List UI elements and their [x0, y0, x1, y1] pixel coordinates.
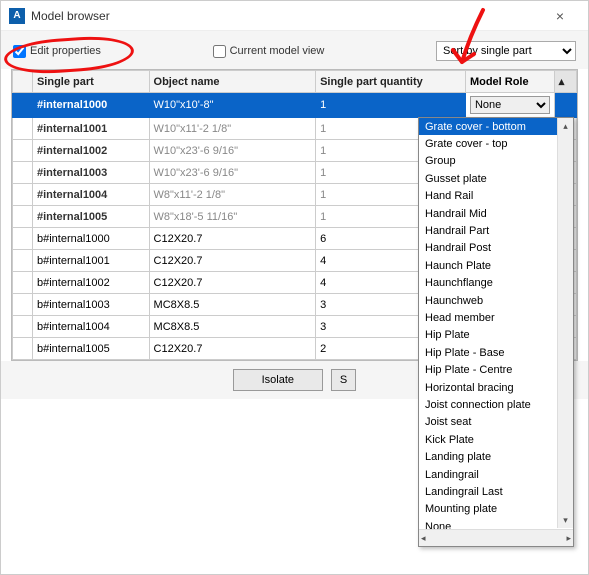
cell-single-part[interactable]: #internal1003 [32, 162, 149, 184]
dropdown-item[interactable]: Hand Rail [419, 188, 573, 205]
cell-object-name[interactable]: C12X20.7 [149, 338, 316, 360]
dropdown-item[interactable]: Landing plate [419, 448, 573, 465]
scroll-down-icon[interactable]: ▾ [558, 512, 573, 528]
titlebar: A Model browser × [1, 1, 588, 31]
row-handle[interactable] [13, 228, 33, 250]
col-single-part[interactable]: Single part [32, 71, 149, 93]
row-handle[interactable] [13, 184, 33, 206]
isolate-button[interactable]: Isolate [233, 369, 323, 391]
cell-object-name[interactable]: C12X20.7 [149, 228, 316, 250]
dropdown-item[interactable]: Handrail Post [419, 240, 573, 257]
cell-object-name[interactable]: C12X20.7 [149, 250, 316, 272]
model-role-select[interactable]: None [470, 96, 550, 114]
current-model-view-label: Current model view [230, 45, 325, 57]
cell-object-name[interactable]: MC8X8.5 [149, 316, 316, 338]
row-handle[interactable] [13, 118, 33, 140]
cell-single-part[interactable]: b#internal1001 [32, 250, 149, 272]
sort-by-select[interactable]: Sort by single part [436, 41, 576, 61]
cell-object-name[interactable]: MC8X8.5 [149, 294, 316, 316]
dropdown-item[interactable]: Haunchflange [419, 275, 573, 292]
row-handle[interactable] [13, 162, 33, 184]
dropdown-item[interactable]: Joist connection plate [419, 396, 573, 413]
cell-single-part[interactable]: #internal1000 [32, 93, 149, 118]
app-icon: A [9, 8, 25, 24]
close-button[interactable]: × [540, 1, 580, 31]
cell-object-name[interactable]: W8"x18'-5 11/16" [149, 206, 316, 228]
edit-properties-label: Edit properties [30, 45, 101, 57]
row-handle[interactable] [13, 93, 33, 118]
cell-single-part[interactable]: #internal1004 [32, 184, 149, 206]
dropdown-item[interactable]: Landingrail Last [419, 483, 573, 500]
row-handle[interactable] [13, 206, 33, 228]
dropdown-vscrollbar[interactable]: ▴ ▾ [557, 118, 573, 528]
window-title: Model browser [31, 9, 540, 23]
current-model-view-checkbox[interactable]: Current model view [213, 45, 325, 58]
col-model-role[interactable]: Model Role [465, 71, 554, 93]
cell-object-name[interactable]: W10"x11'-2 1/8" [149, 118, 316, 140]
cell-single-part[interactable]: b#internal1003 [32, 294, 149, 316]
cell-single-part[interactable]: #internal1002 [32, 140, 149, 162]
current-model-view-input[interactable] [213, 45, 226, 58]
cell-single-part[interactable]: #internal1005 [32, 206, 149, 228]
dropdown-item[interactable]: Group [419, 153, 573, 170]
cell-single-part[interactable]: #internal1001 [32, 118, 149, 140]
cell-object-name[interactable]: C12X20.7 [149, 272, 316, 294]
dropdown-item[interactable]: Haunchweb [419, 292, 573, 309]
col-object-name[interactable]: Object name [149, 71, 316, 93]
scroll-right-icon[interactable]: ▸ [566, 533, 571, 544]
cell-single-part[interactable]: b#internal1000 [32, 228, 149, 250]
dropdown-item[interactable]: Gusset plate [419, 170, 573, 187]
row-handle[interactable] [13, 140, 33, 162]
dropdown-hscrollbar[interactable]: ◂ ▸ [419, 529, 573, 546]
controls-bar: Edit properties Current model view Sort … [1, 31, 588, 69]
scroll-left-icon[interactable]: ◂ [421, 533, 426, 544]
dropdown-item[interactable]: None [419, 518, 573, 529]
scroll-up-icon[interactable]: ▴ [558, 118, 573, 134]
dropdown-item[interactable]: Grate cover - bottom [419, 118, 573, 135]
secondary-button[interactable]: S [331, 369, 356, 391]
scroll-track[interactable] [554, 93, 576, 118]
dropdown-item[interactable]: Hip Plate - Centre [419, 361, 573, 378]
col-quantity[interactable]: Single part quantity [316, 71, 466, 93]
dropdown-item[interactable]: Haunch Plate [419, 257, 573, 274]
dropdown-item[interactable]: Landingrail [419, 466, 573, 483]
dropdown-item[interactable]: Hip Plate - Base [419, 344, 573, 361]
dropdown-item[interactable]: Handrail Mid [419, 205, 573, 222]
cell-model-role[interactable]: None [465, 93, 554, 118]
dropdown-item[interactable]: Grate cover - top [419, 135, 573, 152]
dropdown-item[interactable]: Handrail Part [419, 222, 573, 239]
table-header-row: Single part Object name Single part quan… [13, 71, 577, 93]
edit-properties-checkbox[interactable]: Edit properties [13, 45, 101, 58]
cell-single-part[interactable]: b#internal1002 [32, 272, 149, 294]
dropdown-item[interactable]: Head member [419, 309, 573, 326]
cell-quantity[interactable]: 1 [316, 93, 466, 118]
cell-object-name[interactable]: W10"x23'-6 9/16" [149, 140, 316, 162]
dropdown-item[interactable]: Horizontal bracing [419, 379, 573, 396]
dropdown-item[interactable]: Kick Plate [419, 431, 573, 448]
cell-single-part[interactable]: b#internal1005 [32, 338, 149, 360]
model-role-dropdown[interactable]: Grate cover - bottomGrate cover - topGro… [418, 117, 574, 547]
edit-properties-input[interactable] [13, 45, 26, 58]
row-handle[interactable] [13, 338, 33, 360]
scroll-up-icon[interactable]: ▴ [554, 71, 576, 93]
table-row[interactable]: #internal1000W10"x10'-8"1None [13, 93, 577, 118]
row-handle[interactable] [13, 294, 33, 316]
dropdown-item[interactable]: Joist seat [419, 414, 573, 431]
row-handle-header [13, 71, 33, 93]
cell-object-name[interactable]: W10"x23'-6 9/16" [149, 162, 316, 184]
row-handle[interactable] [13, 316, 33, 338]
dropdown-item[interactable]: Hip Plate [419, 327, 573, 344]
dropdown-item[interactable]: Mounting plate [419, 501, 573, 518]
cell-single-part[interactable]: b#internal1004 [32, 316, 149, 338]
row-handle[interactable] [13, 250, 33, 272]
row-handle[interactable] [13, 272, 33, 294]
cell-object-name[interactable]: W8"x11'-2 1/8" [149, 184, 316, 206]
cell-object-name[interactable]: W10"x10'-8" [149, 93, 316, 118]
